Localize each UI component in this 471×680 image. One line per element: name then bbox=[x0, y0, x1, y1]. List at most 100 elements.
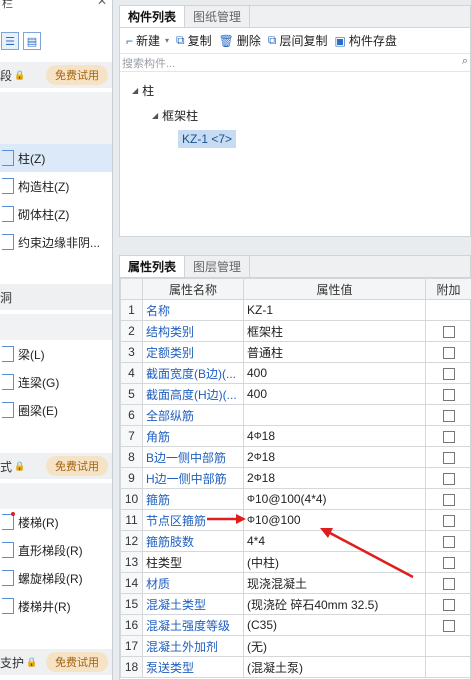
free-trial-badge[interactable]: 免费试用 bbox=[46, 456, 108, 476]
tab-drawing-management[interactable]: 图纸管理 bbox=[185, 6, 251, 27]
extra-checkbox[interactable] bbox=[442, 430, 455, 443]
category-support[interactable]: 支护 🔒 免费试用 bbox=[0, 649, 112, 675]
extra-checkbox[interactable] bbox=[442, 346, 455, 359]
expand-icon[interactable]: ◢ bbox=[132, 86, 138, 95]
tab-property-list[interactable]: 属性列表 bbox=[120, 256, 186, 277]
extra-checkbox[interactable] bbox=[442, 493, 455, 506]
free-trial-badge[interactable]: 免费试用 bbox=[46, 652, 108, 672]
property-name[interactable]: 混凝土强度等级 bbox=[142, 614, 244, 636]
tree-node-kz1[interactable]: KZ-1 <7> bbox=[178, 130, 237, 148]
sidebar-item-masonry-column[interactable]: 砌体柱(Z) bbox=[0, 200, 112, 228]
extra-checkbox[interactable] bbox=[442, 409, 455, 422]
property-value[interactable]: Φ10@100(4*4) bbox=[243, 488, 426, 510]
property-value[interactable]: (现浇砼 碎石40mm 32.5) bbox=[243, 593, 426, 615]
property-value[interactable] bbox=[243, 404, 426, 426]
table-row[interactable]: 3 定额类别 普通柱 bbox=[120, 341, 471, 363]
property-name[interactable]: 泵送类型 bbox=[142, 656, 244, 678]
property-value[interactable]: (中柱) bbox=[243, 551, 426, 573]
property-name[interactable]: 名称 bbox=[142, 299, 244, 321]
tab-component-list[interactable]: 构件列表 bbox=[120, 6, 186, 27]
property-name[interactable]: B边一侧中部筋 bbox=[142, 446, 244, 468]
property-name[interactable]: 混凝土类型 bbox=[142, 593, 244, 615]
table-row[interactable]: 9 H边一侧中部筋 2Φ18 bbox=[120, 467, 471, 489]
sidebar-item-beam[interactable]: 梁(L) bbox=[0, 340, 112, 368]
sidebar-item-column[interactable]: 柱(Z) bbox=[0, 144, 112, 172]
extra-checkbox[interactable] bbox=[442, 325, 455, 338]
property-name[interactable]: 箍筋 bbox=[142, 488, 244, 510]
property-value[interactable]: 普通柱 bbox=[243, 341, 426, 363]
property-value[interactable]: 400 bbox=[243, 362, 426, 384]
property-value[interactable]: (无) bbox=[243, 635, 426, 657]
expand-icon[interactable]: ◢ bbox=[152, 111, 158, 120]
sidebar-item-edge-column[interactable]: 约束边缘非阴... bbox=[0, 228, 112, 256]
property-name[interactable]: H边一侧中部筋 bbox=[142, 467, 244, 489]
property-value[interactable]: 框架柱 bbox=[243, 320, 426, 342]
sidebar-item-straight-flight[interactable]: 直形梯段(R) bbox=[0, 536, 112, 564]
extra-checkbox[interactable] bbox=[442, 577, 455, 590]
delete-button[interactable]: 🗑 删除 bbox=[217, 32, 266, 49]
table-row[interactable]: 6 全部纵筋 bbox=[120, 404, 471, 426]
property-name[interactable]: 材质 bbox=[142, 572, 244, 594]
copy-button[interactable]: ⧉ 复制 bbox=[174, 32, 217, 49]
table-row[interactable]: 2 结构类别 框架柱 bbox=[120, 320, 471, 342]
table-row[interactable]: 17 混凝土外加剂 (无) bbox=[120, 635, 471, 657]
property-value[interactable]: 2Φ18 bbox=[243, 467, 426, 489]
new-button[interactable]: ⌐ 新建 ▾ bbox=[124, 32, 174, 49]
table-row[interactable]: 13 柱类型 (中柱) bbox=[120, 551, 471, 573]
extra-checkbox[interactable] bbox=[442, 472, 455, 485]
search-input[interactable]: 搜索构件... bbox=[122, 55, 175, 71]
free-trial-badge[interactable]: 免费试用 bbox=[46, 65, 108, 85]
property-value[interactable]: 400 bbox=[243, 383, 426, 405]
table-row[interactable]: 1 名称 KZ-1 bbox=[120, 299, 471, 321]
list-view-icon[interactable]: ☰ bbox=[1, 32, 19, 50]
extra-checkbox[interactable] bbox=[442, 556, 455, 569]
category-opening[interactable]: 洞 bbox=[0, 284, 112, 310]
detail-view-icon[interactable]: ▤ bbox=[23, 32, 41, 50]
property-name[interactable]: 结构类别 bbox=[142, 320, 244, 342]
extra-checkbox[interactable] bbox=[442, 451, 455, 464]
table-row[interactable]: 7 角筋 4Φ18 bbox=[120, 425, 471, 447]
extra-checkbox[interactable] bbox=[442, 535, 455, 548]
property-value[interactable]: Φ10@100 bbox=[243, 509, 426, 531]
extra-checkbox[interactable] bbox=[442, 598, 455, 611]
category-column[interactable]: 段 🔒 免费试用 bbox=[0, 62, 112, 88]
tab-layer-management[interactable]: 图层管理 bbox=[185, 256, 251, 277]
sidebar-item-link-beam[interactable]: 连梁(G) bbox=[0, 368, 112, 396]
chevron-down-icon[interactable]: ▾ bbox=[165, 36, 169, 45]
property-name[interactable]: 截面宽度(B边)(... bbox=[142, 362, 244, 384]
save-component-button[interactable]: ▣ 构件存盘 bbox=[332, 32, 401, 49]
table-row[interactable]: 14 材质 现浇混凝土 bbox=[120, 572, 471, 594]
property-value[interactable]: (C35) bbox=[243, 614, 426, 636]
property-name[interactable]: 截面高度(H边)(... bbox=[142, 383, 244, 405]
table-row[interactable]: 8 B边一侧中部筋 2Φ18 bbox=[120, 446, 471, 468]
search-icon[interactable]: ⌕ bbox=[462, 55, 468, 68]
property-name[interactable]: 角筋 bbox=[142, 425, 244, 447]
component-search[interactable]: 搜索构件... ⌕ bbox=[120, 54, 470, 72]
property-name[interactable]: 全部纵筋 bbox=[142, 404, 244, 426]
property-value[interactable]: (混凝土泵) bbox=[243, 656, 426, 678]
property-value[interactable]: KZ-1 bbox=[243, 299, 426, 321]
property-name[interactable]: 箍筋肢数 bbox=[142, 530, 244, 552]
floor-copy-button[interactable]: ⧉ 层间复制 bbox=[266, 32, 333, 49]
close-icon[interactable]: ✕ bbox=[97, 0, 107, 8]
property-name[interactable]: 混凝土外加剂 bbox=[142, 635, 244, 657]
table-row[interactable]: 12 箍筋肢数 4*4 bbox=[120, 530, 471, 552]
property-value[interactable]: 现浇混凝土 bbox=[243, 572, 426, 594]
extra-checkbox[interactable] bbox=[442, 367, 455, 380]
category-stair[interactable]: 式 🔒 免费试用 bbox=[0, 453, 112, 479]
table-row[interactable]: 16 混凝土强度等级 (C35) bbox=[120, 614, 471, 636]
property-name[interactable]: 定额类别 bbox=[142, 341, 244, 363]
tree-node-frame-column[interactable]: ◢ 框架柱 bbox=[152, 107, 198, 124]
extra-checkbox[interactable] bbox=[442, 388, 455, 401]
table-row[interactable]: 11 节点区箍筋 Φ10@100 bbox=[120, 509, 471, 531]
extra-checkbox[interactable] bbox=[442, 514, 455, 527]
property-name[interactable]: 柱类型 bbox=[142, 551, 244, 573]
sidebar-item-ring-beam[interactable]: 圈梁(E) bbox=[0, 396, 112, 424]
sidebar-item-stair[interactable]: 楼梯(R) bbox=[0, 508, 112, 536]
property-value[interactable]: 2Φ18 bbox=[243, 446, 426, 468]
property-value[interactable]: 4*4 bbox=[243, 530, 426, 552]
table-row[interactable]: 15 混凝土类型 (现浇砼 碎石40mm 32.5) bbox=[120, 593, 471, 615]
property-value[interactable]: 4Φ18 bbox=[243, 425, 426, 447]
sidebar-item-stairwell[interactable]: 楼梯井(R) bbox=[0, 592, 112, 620]
table-row[interactable]: 5 截面高度(H边)(... 400 bbox=[120, 383, 471, 405]
